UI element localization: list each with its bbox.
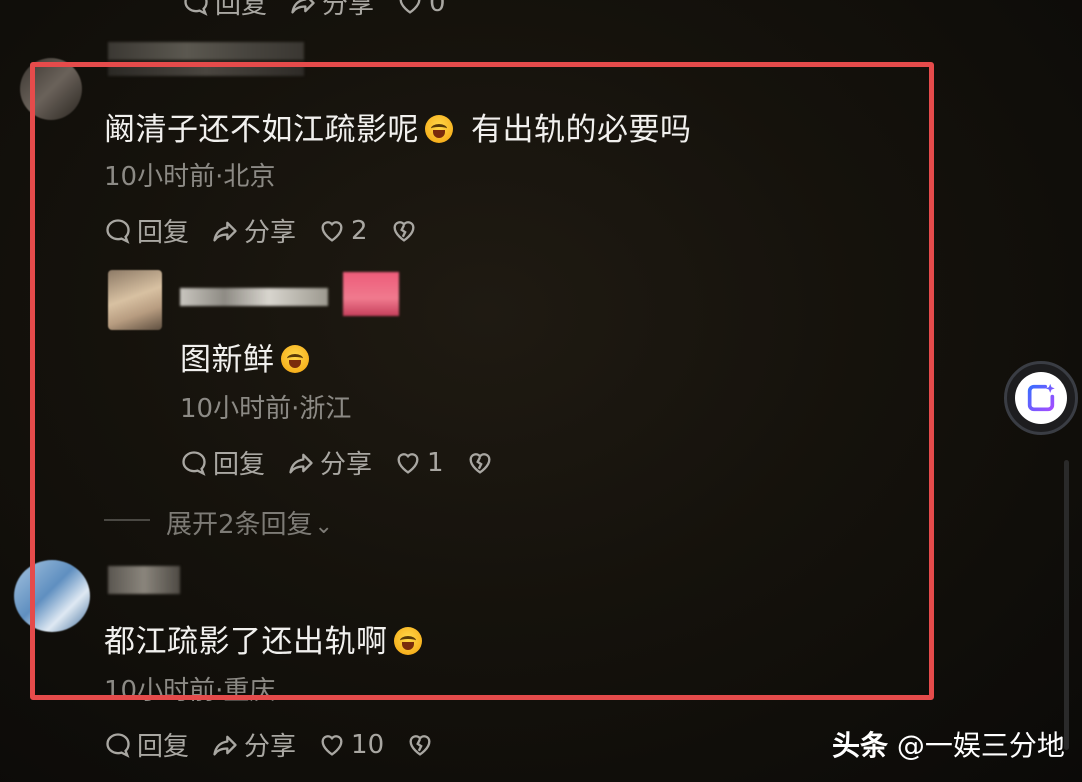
watermark: 头条 @一娱三分地 bbox=[832, 729, 1065, 762]
dislike-button[interactable] bbox=[406, 731, 439, 759]
comment-action-row: 回复 分享 10 bbox=[104, 726, 461, 763]
like-button[interactable]: 10 bbox=[318, 730, 384, 760]
username-blurred[interactable] bbox=[108, 42, 304, 60]
ai-sparkle-icon bbox=[1015, 372, 1067, 424]
like-button[interactable]: 0 bbox=[396, 0, 446, 18]
reply-button[interactable]: 回复 bbox=[104, 726, 189, 763]
ai-assistant-button[interactable] bbox=[1004, 361, 1078, 435]
highlight-annotation-box bbox=[30, 62, 934, 700]
comment-icon bbox=[106, 732, 130, 758]
heart-icon bbox=[321, 734, 343, 756]
reply-button[interactable]: 回复 bbox=[182, 0, 267, 21]
comment-icon bbox=[184, 0, 208, 16]
broken-heart-icon bbox=[409, 734, 431, 756]
scrollbar[interactable] bbox=[1064, 460, 1069, 750]
top-action-row: 回复 分享 0 bbox=[182, 0, 468, 21]
share-button[interactable]: 分享 bbox=[289, 0, 374, 21]
share-icon bbox=[213, 735, 237, 755]
share-button[interactable]: 分享 bbox=[211, 726, 296, 763]
heart-icon bbox=[399, 0, 421, 14]
share-icon bbox=[291, 0, 315, 13]
